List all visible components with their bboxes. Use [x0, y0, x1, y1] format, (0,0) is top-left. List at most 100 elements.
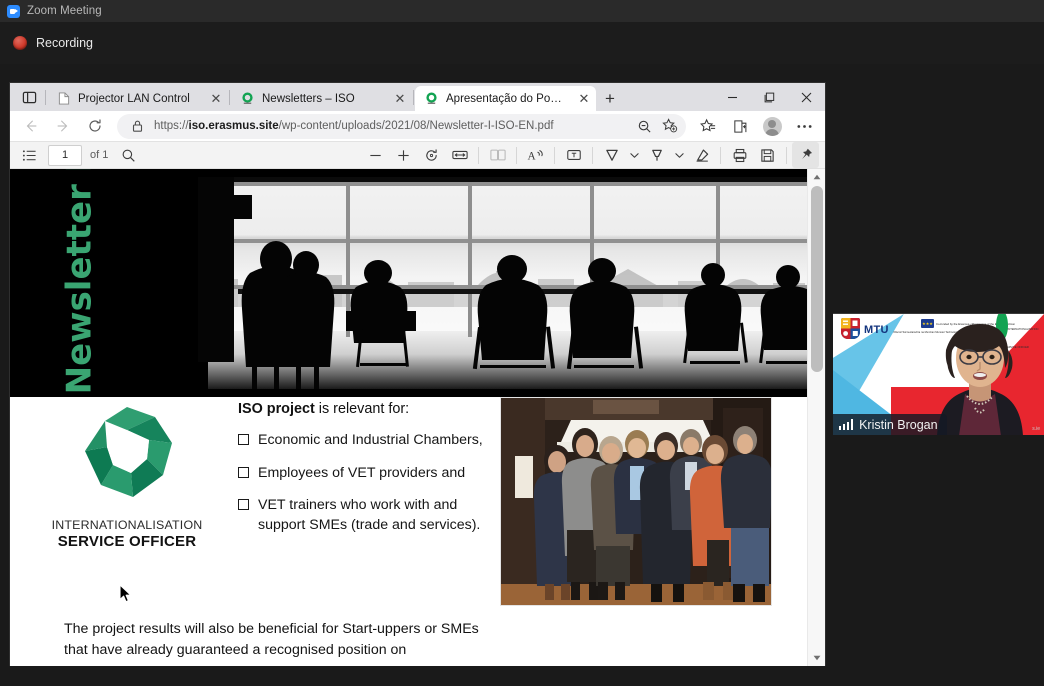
relevance-lead-line: ISO project is relevant for: [238, 401, 490, 417]
toolbar-divider [516, 147, 517, 164]
relevance-lead-rest: is relevant for: [315, 401, 409, 417]
window-controls [714, 83, 825, 111]
recording-label: Recording [36, 36, 93, 50]
url-omnibox[interactable]: https://iso.erasmus.site/wp-content/uplo… [117, 114, 686, 139]
add-text-icon[interactable] [560, 142, 587, 168]
bullet-text: Employees of VET providers and [258, 463, 465, 483]
mtu-name: MTU [864, 324, 889, 336]
save-icon[interactable] [754, 142, 781, 168]
record-dot-icon [13, 36, 27, 50]
browser-tab-apresentacao-powerpoint[interactable]: Apresentação do PowerPoint ✕ [415, 86, 596, 111]
search-icon[interactable] [115, 142, 142, 168]
scroll-down-arrow-icon[interactable] [808, 650, 825, 666]
fit-width-icon[interactable] [446, 142, 473, 168]
tab-label: Projector LAN Control [78, 93, 201, 105]
checkbox-bullet-icon [238, 467, 249, 478]
bullet-item: Economic and Industrial Chambers, [238, 430, 490, 450]
profile-avatar-icon[interactable] [757, 112, 787, 140]
project-team-group-photo [500, 397, 772, 606]
zoom-window-titlebar: Zoom Meeting [0, 0, 1044, 22]
settings-ellipsis-icon[interactable] [789, 112, 819, 140]
mtu-shield-icon [841, 318, 860, 339]
close-icon[interactable]: ✕ [576, 91, 592, 107]
pdf-viewer-toolbar: 1 of 1 A [10, 141, 825, 169]
zoom-window-title: Zoom Meeting [27, 5, 102, 17]
page-number-input[interactable]: 1 [48, 145, 82, 166]
pdf-viewport[interactable]: Newsletter I [10, 169, 825, 666]
browser-tab-projector-lan-control[interactable]: Projector LAN Control ✕ [47, 86, 228, 111]
tab-sidebar-icon[interactable] [14, 83, 44, 111]
back-arrow-icon[interactable] [16, 112, 46, 140]
close-icon[interactable]: ✕ [208, 91, 224, 107]
tab-divider [229, 90, 230, 105]
bullet-item: VET trainers who work with and support S… [238, 495, 490, 536]
collections-icon[interactable] [725, 112, 755, 140]
toolbar-divider [720, 147, 721, 164]
toolbar-divider [786, 147, 787, 164]
favorites-star-list-icon[interactable] [693, 112, 723, 140]
pen-icon[interactable] [643, 142, 670, 168]
maximize-icon[interactable] [751, 83, 788, 111]
checkbox-bullet-icon [238, 499, 249, 510]
highlighter-icon[interactable] [598, 142, 625, 168]
new-tab-button[interactable]: + [596, 86, 624, 111]
iso-heptagon-logo-icon [75, 401, 179, 505]
pdf-page-1: Newsletter I [10, 169, 807, 666]
relevance-lead-bold: ISO project [238, 401, 315, 417]
toc-icon[interactable] [16, 142, 43, 168]
bullet-text: Economic and Industrial Chambers, [258, 430, 483, 450]
boardroom-silhouette-photo [178, 177, 807, 389]
iso-logo-line2: SERVICE OFFICER [42, 533, 212, 550]
forward-arrow-icon[interactable] [48, 112, 78, 140]
url-text: https://iso.erasmus.site/wp-content/uplo… [154, 120, 627, 132]
iso-logo-block: INTERNATIONALISATION SERVICE OFFICER [42, 401, 212, 550]
pdf-vertical-scrollbar[interactable] [807, 169, 825, 666]
rotate-icon[interactable] [418, 142, 445, 168]
two-page-view-icon[interactable] [484, 142, 511, 168]
zoom-out-icon[interactable] [635, 117, 653, 135]
bullet-item: Employees of VET providers and [238, 463, 490, 483]
add-favorite-star-icon[interactable] [661, 117, 679, 135]
tab-divider [45, 90, 46, 105]
lock-icon [128, 117, 146, 135]
participant-video-tile[interactable]: MTU Ollscoil Teicneolaíochta na Mumhan M… [833, 313, 1044, 435]
newsletter-paragraph: The project results will also be benefic… [64, 619, 494, 661]
chevron-down-icon[interactable] [671, 142, 687, 168]
pin-icon[interactable] [792, 142, 819, 168]
read-aloud-icon[interactable]: A [522, 142, 549, 168]
browser-tab-newsletters-iso[interactable]: Newsletters – ISO ✕ [231, 86, 412, 111]
minus-icon[interactable] [362, 142, 389, 168]
tab-label: Apresentação do PowerPoint [446, 93, 569, 105]
bullet-text: VET trainers who work with and support S… [258, 495, 490, 536]
page-total-label: of 1 [90, 149, 108, 161]
signal-bars-icon [839, 419, 853, 430]
scroll-up-arrow-icon[interactable] [808, 169, 825, 185]
participant-name-bar: Kristin Brogan [833, 414, 947, 435]
tab-label: Newsletters – ISO [262, 93, 385, 105]
zoom-camera-icon [7, 5, 20, 18]
iso-logo-line1: INTERNATIONALISATION [42, 518, 212, 532]
chevron-down-icon[interactable] [626, 142, 642, 168]
close-icon[interactable] [788, 83, 825, 111]
minimize-icon[interactable] [714, 83, 751, 111]
svg-text:A: A [528, 150, 537, 162]
edge-browser-window: Projector LAN Control ✕ Newsletters – IS… [10, 83, 825, 666]
scrollbar-thumb[interactable] [811, 186, 823, 372]
background-watermark: s.ie [1032, 426, 1040, 432]
recording-status-bar: Recording [0, 22, 1044, 64]
eraser-icon[interactable] [688, 142, 715, 168]
toolbar-divider [478, 147, 479, 164]
newsletter-vertical-title: Newsletter I [59, 169, 99, 394]
close-icon[interactable]: ✕ [392, 91, 408, 107]
browser-tabstrip: Projector LAN Control ✕ Newsletters – IS… [10, 83, 825, 111]
print-icon[interactable] [726, 142, 753, 168]
plus-icon[interactable] [390, 142, 417, 168]
newsletter-text-column: ISO project is relevant for: Economic an… [238, 401, 490, 547]
checkbox-bullet-icon [238, 434, 249, 445]
tab-divider [413, 90, 414, 105]
newsletter-body: INTERNATIONALISATION SERVICE OFFICER ISO… [10, 397, 807, 666]
participant-name: Kristin Brogan [859, 418, 938, 432]
blank-page-icon [56, 91, 71, 106]
toolbar-divider [554, 147, 555, 164]
reload-icon[interactable] [80, 112, 110, 140]
